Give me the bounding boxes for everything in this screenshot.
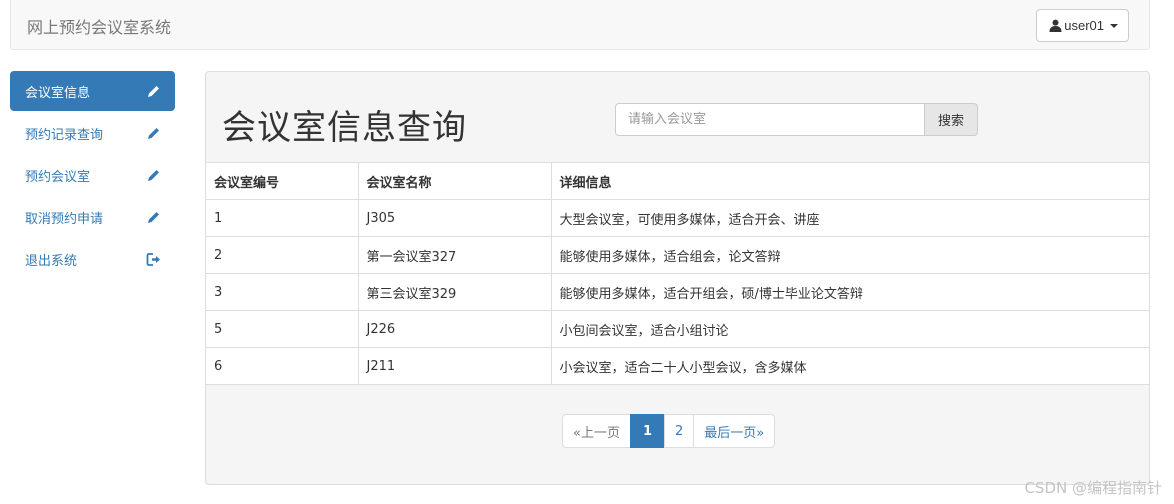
main-panel: 会议室信息查询 搜索 会议室编号 会议室名称 详细信息 1 J305 大型会议室… (205, 71, 1150, 485)
pagination: «上一页 1 2 最后一页» (562, 414, 776, 448)
sidebar-item-logout[interactable]: 退出系统 (10, 239, 175, 279)
sidebar-item-label: 预约记录查询 (25, 127, 104, 143)
sidebar-item-book-room[interactable]: 预约会议室 (10, 155, 175, 195)
sidebar-item-label: 会议室信息 (25, 85, 91, 101)
prev-page-link[interactable]: «上一页 (562, 414, 631, 448)
table-header-row: 会议室编号 会议室名称 详细信息 (206, 162, 1149, 200)
column-header: 详细信息 (550, 162, 1149, 200)
sidebar-item-label: 预约会议室 (25, 169, 91, 185)
page-title: 会议室信息查询 (222, 108, 467, 148)
sidebar-item-label: 取消预约申请 (25, 211, 104, 227)
pencil-icon (146, 126, 161, 141)
log-out-icon (146, 252, 161, 267)
user-name: user01 (1064, 18, 1104, 33)
room-name-cell: J211 (357, 347, 551, 385)
room-detail-cell: 小会议室，适合二十人小型会议，含多媒体 (550, 347, 1149, 385)
table-row: 3 第三会议室329 能够使用多媒体，适合开组会，硕/博士毕业论文答辩 (206, 273, 1149, 311)
room-id-cell: 1 (206, 199, 358, 237)
pencil-icon (146, 84, 161, 99)
table-row: 2 第一会议室327 能够使用多媒体，适合组会，论文答辩 (206, 236, 1149, 274)
room-name-cell: 第三会议室329 (357, 273, 551, 311)
table-row: 5 J226 小包间会议室，适合小组讨论 (206, 310, 1149, 348)
sidebar-item-booking-records[interactable]: 预约记录查询 (10, 113, 175, 153)
app-brand[interactable]: 网上预约会议室系统 (27, 14, 171, 38)
caret-down-icon (1110, 23, 1118, 28)
room-id-cell: 2 (206, 236, 358, 274)
room-name-cell: J305 (357, 199, 551, 237)
pencil-icon (146, 168, 161, 183)
room-detail-cell: 能够使用多媒体，适合开组会，硕/博士毕业论文答辩 (550, 273, 1149, 311)
page-link-1[interactable]: 1 (629, 414, 666, 448)
top-navbar: 网上预约会议室系统 user01 (10, 0, 1150, 50)
user-menu-button[interactable]: user01 (1036, 9, 1129, 42)
sidebar-item-room-info[interactable]: 会议室信息 (10, 71, 175, 111)
room-name-cell: J226 (357, 310, 551, 348)
sidebar-item-label: 退出系统 (25, 253, 78, 269)
room-id-cell: 6 (206, 347, 358, 385)
pencil-icon (146, 210, 161, 225)
room-table: 会议室编号 会议室名称 详细信息 1 J305 大型会议室，可使用多媒体，适合开… (206, 162, 1149, 385)
search-input[interactable] (615, 103, 925, 136)
room-detail-cell: 小包间会议室，适合小组讨论 (550, 310, 1149, 348)
page-link-2[interactable]: 2 (664, 414, 695, 448)
user-icon (1049, 19, 1062, 32)
room-id-cell: 5 (206, 310, 358, 348)
room-name-cell: 第一会议室327 (357, 236, 551, 274)
room-detail-cell: 大型会议室，可使用多媒体，适合开会、讲座 (550, 199, 1149, 237)
column-header: 会议室编号 (206, 162, 358, 200)
column-header: 会议室名称 (357, 162, 551, 200)
room-detail-cell: 能够使用多媒体，适合组会，论文答辩 (550, 236, 1149, 274)
last-page-link[interactable]: 最后一页» (693, 414, 776, 448)
sidebar-nav: 会议室信息 预约记录查询 预约会议室 取消预约申请 退出系统 (10, 71, 175, 281)
table-row: 6 J211 小会议室，适合二十人小型会议，含多媒体 (206, 347, 1149, 385)
sidebar-item-cancel-booking[interactable]: 取消预约申请 (10, 197, 175, 237)
watermark: CSDN @编程指南针 (1024, 479, 1162, 497)
room-id-cell: 3 (206, 273, 358, 311)
table-row: 1 J305 大型会议室，可使用多媒体，适合开会、讲座 (206, 199, 1149, 237)
search-button[interactable]: 搜索 (924, 103, 978, 136)
